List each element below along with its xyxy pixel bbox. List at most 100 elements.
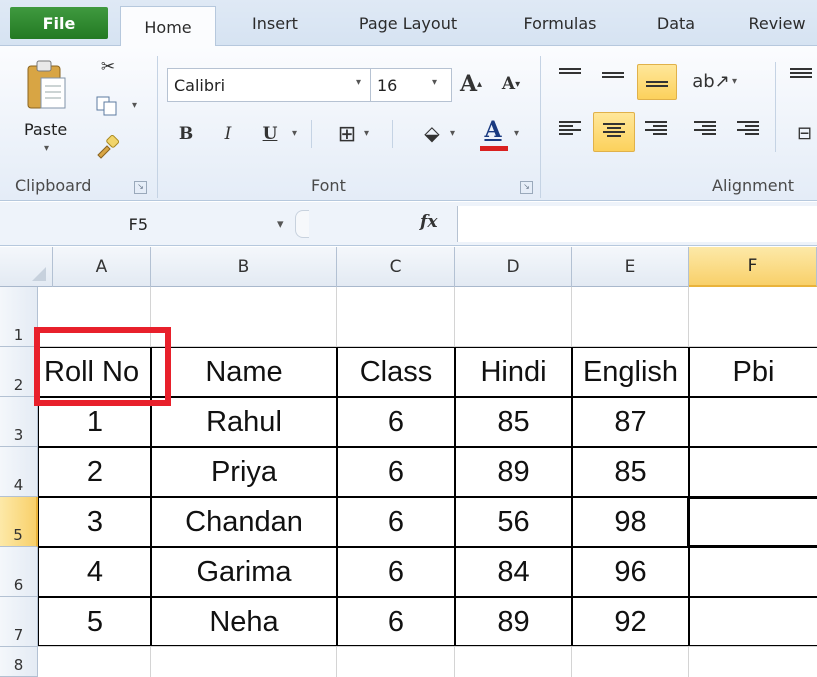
align-middle-icon[interactable] [602,70,624,88]
align-right-icon[interactable] [645,119,667,137]
cell-f7[interactable] [690,598,817,646]
cell-e2[interactable]: English [573,348,688,396]
cell-c7[interactable]: 6 [338,598,454,646]
cell-c2[interactable]: Class [338,348,454,396]
cell-e6[interactable]: 96 [573,548,688,596]
clipboard-icon [27,60,66,109]
font-name-dropdown-icon[interactable]: ▾ [356,77,361,88]
borders-dropdown-icon[interactable]: ▾ [364,128,369,139]
cell-c5[interactable]: 6 [338,498,454,546]
cell-d7[interactable]: 89 [456,598,571,646]
tab-review[interactable]: Review [737,0,817,46]
cell-e3[interactable]: 87 [573,398,688,446]
column-header-a[interactable]: A [53,247,151,287]
paste-dropdown-icon[interactable]: ▾ [44,143,49,154]
cell-d5[interactable]: 56 [456,498,571,546]
cell-b4[interactable]: Priya [152,448,336,496]
cell-f6[interactable] [690,548,817,596]
cell-b6[interactable]: Garima [152,548,336,596]
row-header-5[interactable]: 5 [0,497,38,547]
paste-label: Paste [24,120,68,139]
shrink-font-button[interactable]: A ▾ [496,68,526,100]
cell-b5[interactable]: Chandan [152,498,336,546]
cell-d2[interactable]: Hindi [456,348,571,396]
paste-button[interactable] [22,54,70,116]
italic-button[interactable]: I [214,118,242,150]
font-group-label: Font [311,176,346,195]
row-header-1[interactable]: 1 [0,287,38,347]
cell-a4[interactable]: 2 [40,448,150,496]
font-name-combobox[interactable]: Calibri [167,68,377,102]
clipboard-launcher-icon[interactable]: ↘ [134,181,147,194]
borders-icon[interactable]: ⊞ [334,120,360,148]
tab-home[interactable]: Home [120,6,216,47]
align-top-icon[interactable] [559,66,581,84]
tab-page-layout[interactable]: Page Layout [338,0,478,46]
decrease-indent-icon[interactable] [694,119,716,137]
formula-bar-splitter[interactable] [295,210,309,238]
cell-f4[interactable] [690,448,817,496]
row-header-7[interactable]: 7 [0,597,38,647]
cell-b7[interactable]: Neha [152,598,336,646]
align-left-icon[interactable] [559,119,581,137]
align-bottom-button[interactable] [637,64,677,100]
font-separator [311,120,312,148]
cell-a5[interactable]: 3 [40,498,150,546]
cell-d3[interactable]: 85 [456,398,571,446]
tab-file[interactable]: File [10,7,108,39]
bold-button[interactable]: B [172,118,200,150]
cell-a6[interactable]: 4 [40,548,150,596]
copy-dropdown-icon[interactable]: ▾ [132,100,137,111]
cell-d6[interactable]: 84 [456,548,571,596]
fill-color-icon[interactable]: ⬙ [418,118,446,148]
font-color-dropdown-icon[interactable]: ▾ [514,128,519,139]
column-header-d[interactable]: D [455,247,572,287]
wrap-text-icon[interactable] [790,66,812,84]
column-header-c[interactable]: C [337,247,455,287]
underline-dropdown-icon[interactable]: ▾ [292,128,297,139]
row-header-4[interactable]: 4 [0,447,38,497]
font-launcher-icon[interactable]: ↘ [520,181,533,194]
copy-icon[interactable] [94,94,120,118]
fill-color-dropdown-icon[interactable]: ▾ [450,128,455,139]
column-header-f[interactable]: F [689,247,817,287]
align-center-button[interactable] [593,112,635,152]
column-header-e[interactable]: E [572,247,689,287]
row-header-2[interactable]: 2 [0,347,38,397]
cell-e5[interactable]: 98 [573,498,688,546]
cell-d4[interactable]: 89 [456,448,571,496]
cell-b2[interactable]: Name [152,348,336,396]
font-size-combobox[interactable]: 16 [370,68,452,102]
cut-icon[interactable]: ✂ [96,54,120,80]
tab-insert[interactable]: Insert [235,0,315,46]
increase-indent-icon[interactable] [737,119,759,137]
row-header-6[interactable]: 6 [0,547,38,597]
name-box[interactable]: F5 [4,211,152,238]
select-all-corner[interactable] [0,247,53,287]
merge-center-icon[interactable]: ⊟ [792,118,817,148]
cell-c6[interactable]: 6 [338,548,454,596]
cell-b3[interactable]: Rahul [152,398,336,446]
cell-f3[interactable] [690,398,817,446]
orientation-icon[interactable]: ab↗ [692,66,730,96]
cell-c4[interactable]: 6 [338,448,454,496]
insert-function-icon[interactable]: fx [420,212,437,232]
cell-e7[interactable]: 92 [573,598,688,646]
tab-formulas[interactable]: Formulas [505,0,615,46]
font-color-button[interactable]: A [478,114,508,146]
font-size-dropdown-icon[interactable]: ▾ [432,77,437,88]
grow-font-button[interactable]: A ▴ [456,68,486,100]
tab-data[interactable]: Data [643,0,709,46]
cell-c3[interactable]: 6 [338,398,454,446]
name-box-dropdown-icon[interactable]: ▾ [277,217,284,232]
row-header-3[interactable]: 3 [0,397,38,447]
cell-e4[interactable]: 85 [573,448,688,496]
underline-button[interactable]: U [256,118,284,150]
format-painter-icon[interactable] [94,134,122,160]
cell-f2[interactable]: Pbi [690,348,817,396]
column-header-b[interactable]: B [151,247,337,287]
orientation-dropdown-icon[interactable]: ▾ [732,76,737,87]
formula-input[interactable] [457,206,817,242]
row-header-8[interactable]: 8 [0,647,38,677]
cell-a7[interactable]: 5 [40,598,150,646]
